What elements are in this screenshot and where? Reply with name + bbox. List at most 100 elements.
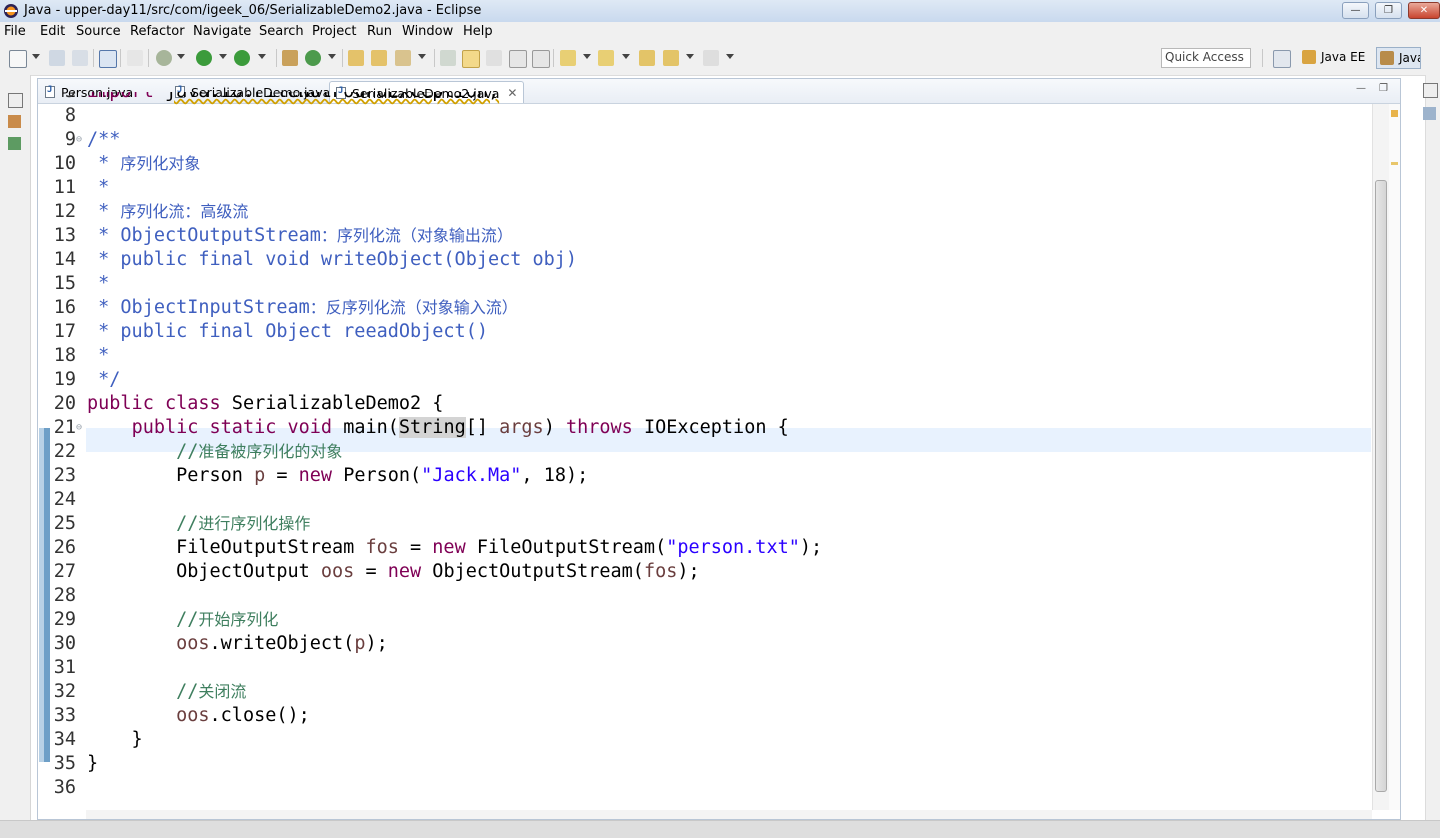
search-icon[interactable] — [395, 50, 411, 66]
code-line[interactable]: 22 //准备被序列化的对象 — [40, 440, 1370, 464]
maximize-button[interactable]: ❐ — [1375, 2, 1402, 19]
menu-window[interactable]: Window — [402, 24, 453, 39]
new-class-dropdown-icon[interactable] — [328, 54, 336, 59]
code-line[interactable]: 29 //开始序列化 — [40, 608, 1370, 632]
fold-toggle-icon[interactable]: ⊖ — [76, 128, 82, 152]
code-line[interactable]: 5 import java.io.FileNotFoundException; — [40, 92, 1370, 104]
toggle-highlight-icon[interactable] — [462, 50, 480, 68]
menu-search[interactable]: Search — [259, 24, 304, 39]
previous-annotation-icon[interactable] — [598, 50, 614, 66]
code-line[interactable]: 26 FileOutputStream fos = new FileOutput… — [40, 536, 1370, 560]
menu-source[interactable]: Source — [76, 24, 121, 39]
show-whitespace-icon[interactable] — [509, 50, 527, 68]
code-line[interactable]: 23 Person p = new Person("Jack.Ma", 18); — [40, 464, 1370, 488]
package-explorer-icon[interactable] — [8, 115, 21, 128]
skip-breakpoints-icon[interactable] — [127, 50, 143, 66]
toggle-mark-occurrences-icon[interactable] — [440, 50, 456, 66]
outline-icon[interactable] — [1423, 107, 1436, 120]
code-line[interactable]: 12 * 序列化流：高级流 — [40, 200, 1370, 224]
code-line[interactable]: 18 * — [40, 344, 1370, 368]
perspective-java[interactable]: Java — [1376, 47, 1421, 69]
external-tools-dropdown-icon[interactable] — [258, 54, 266, 59]
external-tools-icon[interactable] — [234, 50, 250, 66]
save-icon[interactable] — [49, 50, 65, 66]
code-line[interactable]: 31 — [40, 656, 1370, 680]
code-line[interactable]: 21 ⊖ public static void main(String[] arg… — [40, 416, 1370, 440]
code-editor[interactable]: 5import java.io.FileNotFoundException;89… — [40, 92, 1370, 812]
code-line[interactable]: 14 * public final void writeObject(Objec… — [40, 248, 1370, 272]
code-line[interactable]: 35} — [40, 752, 1370, 776]
menu-edit[interactable]: Edit — [40, 24, 65, 39]
restore-icon[interactable] — [8, 93, 23, 108]
perspective-java-ee[interactable]: Java EE — [1299, 47, 1369, 69]
forward-dropdown-icon[interactable] — [726, 54, 734, 59]
open-type-icon[interactable] — [348, 50, 364, 66]
code-line[interactable]: 32 //关闭流 — [40, 680, 1370, 704]
open-perspective-icon[interactable] — [1273, 50, 1291, 68]
paragraph-icon[interactable] — [532, 50, 550, 68]
new-dropdown-icon[interactable] — [32, 54, 40, 59]
warning-marker-icon[interactable] — [1391, 110, 1398, 117]
left-trim-bar — [0, 75, 31, 837]
next-annotation-icon[interactable] — [560, 50, 576, 66]
run-dropdown-icon[interactable] — [219, 54, 227, 59]
debug-icon[interactable] — [156, 50, 172, 66]
scrollbar-thumb[interactable] — [1375, 180, 1387, 792]
menu-file[interactable]: File — [4, 24, 26, 39]
menu-run[interactable]: Run — [367, 24, 392, 39]
fold-toggle-icon[interactable]: ⊖ — [76, 416, 82, 440]
close-button[interactable]: ✕ — [1408, 2, 1440, 19]
code-line[interactable]: 27 ObjectOutput oos = new ObjectOutputSt… — [40, 560, 1370, 584]
line-number: 10 — [53, 153, 76, 174]
back-dropdown-icon[interactable] — [686, 54, 694, 59]
code-line[interactable]: 16 * ObjectInputStream：反序列化流（对象输入流） — [40, 296, 1370, 320]
back-icon[interactable] — [663, 50, 679, 66]
type-hierarchy-icon[interactable] — [8, 137, 21, 150]
toggle-block-selection-icon[interactable] — [486, 50, 502, 66]
code-line[interactable]: 19 */ — [40, 368, 1370, 392]
code-line[interactable]: 10 * 序列化对象 — [40, 152, 1370, 176]
code-line[interactable]: 24 — [40, 488, 1370, 512]
new-file-icon[interactable] — [9, 50, 27, 68]
code-line[interactable]: 11 * — [40, 176, 1370, 200]
restore-icon[interactable] — [1423, 83, 1438, 98]
save-all-icon[interactable] — [72, 50, 88, 66]
code-text: ObjectOutput oos = new ObjectOutputStrea… — [87, 561, 700, 582]
code-line[interactable]: 20 public class SerializableDemo2 { — [40, 392, 1370, 416]
quick-access-input[interactable]: Quick Access — [1161, 48, 1251, 68]
code-line[interactable]: 17 * public final Object reeadObject() — [40, 320, 1370, 344]
code-line[interactable]: 33 oos.close(); — [40, 704, 1370, 728]
horizontal-scrollbar[interactable] — [86, 810, 1372, 819]
code-line[interactable]: 34 } — [40, 728, 1370, 752]
run-icon[interactable] — [196, 50, 212, 66]
code-line[interactable]: 15 * — [40, 272, 1370, 296]
menu-help[interactable]: Help — [463, 24, 493, 39]
forward-icon[interactable] — [703, 50, 719, 66]
code-line[interactable]: 9 ⊖/** — [40, 128, 1370, 152]
open-task-icon[interactable] — [371, 50, 387, 66]
menu-navigate[interactable]: Navigate — [193, 24, 251, 39]
code-line[interactable]: 30 oos.writeObject(p); — [40, 632, 1370, 656]
code-line[interactable]: 36 — [40, 776, 1370, 800]
search-dropdown-icon[interactable] — [418, 54, 426, 59]
menu-project[interactable]: Project — [312, 24, 356, 39]
minimize-button[interactable]: — — [1342, 2, 1369, 19]
console-icon[interactable] — [99, 50, 117, 68]
previous-annotation-dropdown-icon[interactable] — [622, 54, 630, 59]
overview-ruler[interactable] — [1389, 104, 1400, 810]
occurrence-marker[interactable] — [1391, 162, 1398, 165]
vertical-scrollbar[interactable] — [1372, 104, 1390, 810]
editor-maximize-icon[interactable]: ❐ — [1379, 83, 1388, 94]
last-edit-location-icon[interactable] — [639, 50, 655, 66]
next-annotation-dropdown-icon[interactable] — [583, 54, 591, 59]
debug-dropdown-icon[interactable] — [177, 54, 185, 59]
code-text: oos.close(); — [176, 705, 310, 726]
toolbar-separator — [93, 49, 94, 67]
code-line[interactable]: 8 — [40, 104, 1370, 128]
code-line[interactable]: 25 //进行序列化操作 — [40, 512, 1370, 536]
code-line[interactable]: 28 — [40, 584, 1370, 608]
code-line[interactable]: 13 * ObjectOutputStream：序列化流（对象输出流） — [40, 224, 1370, 248]
new-java-class-icon[interactable] — [305, 50, 321, 66]
new-java-package-icon[interactable] — [282, 50, 298, 66]
menu-refactor[interactable]: Refactor — [130, 24, 185, 39]
